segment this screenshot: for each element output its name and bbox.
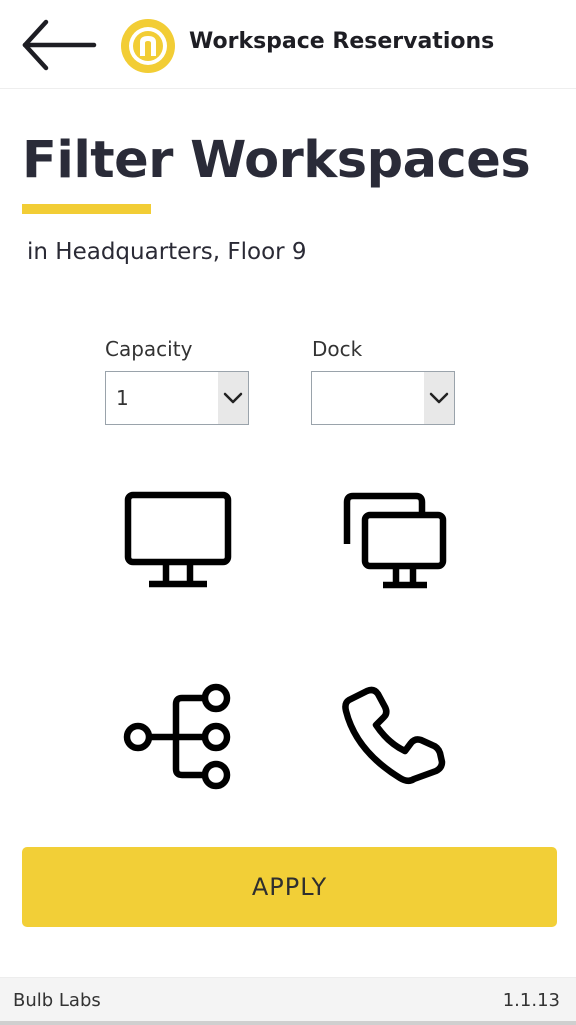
app-header: Workspace Reservations — [0, 0, 576, 89]
dock-dropdown-arrow[interactable] — [424, 372, 454, 424]
footer-company: Bulb Labs — [13, 990, 101, 1011]
back-button[interactable] — [18, 18, 100, 72]
chevron-down-icon — [429, 392, 449, 404]
phone-filter-toggle[interactable] — [338, 683, 450, 795]
dock-select[interactable] — [311, 371, 455, 425]
app-footer: Bulb Labs 1.1.13 — [0, 977, 576, 1025]
dual-monitor-filter-toggle[interactable] — [338, 490, 450, 596]
capacity-dropdown-arrow[interactable] — [218, 372, 248, 424]
app-root: Workspace Reservations Filter Workspaces… — [0, 0, 576, 1025]
network-hierarchy-icon — [123, 683, 231, 790]
chevron-down-icon — [223, 392, 243, 404]
apply-button[interactable]: APPLY — [22, 847, 557, 927]
phone-icon — [342, 686, 446, 784]
capacity-label: Capacity — [105, 337, 193, 361]
page-title: Filter Workspaces — [22, 131, 531, 190]
arrow-left-icon — [22, 19, 97, 71]
location-subtitle: in Headquarters, Floor 9 — [27, 239, 307, 265]
app-title: Workspace Reservations — [189, 29, 495, 54]
title-underline — [22, 204, 151, 214]
capacity-value: 1 — [116, 386, 129, 410]
capacity-select[interactable]: 1 — [105, 371, 249, 425]
dock-label: Dock — [312, 337, 363, 361]
footer-version: 1.1.13 — [502, 990, 560, 1011]
dual-monitor-icon — [343, 492, 447, 589]
monitor-filter-toggle[interactable] — [122, 490, 234, 596]
bulb-labs-logo-icon — [121, 19, 175, 73]
network-filter-toggle[interactable] — [122, 683, 234, 795]
bottom-edge — [0, 1021, 576, 1025]
monitor-icon — [124, 491, 232, 588]
